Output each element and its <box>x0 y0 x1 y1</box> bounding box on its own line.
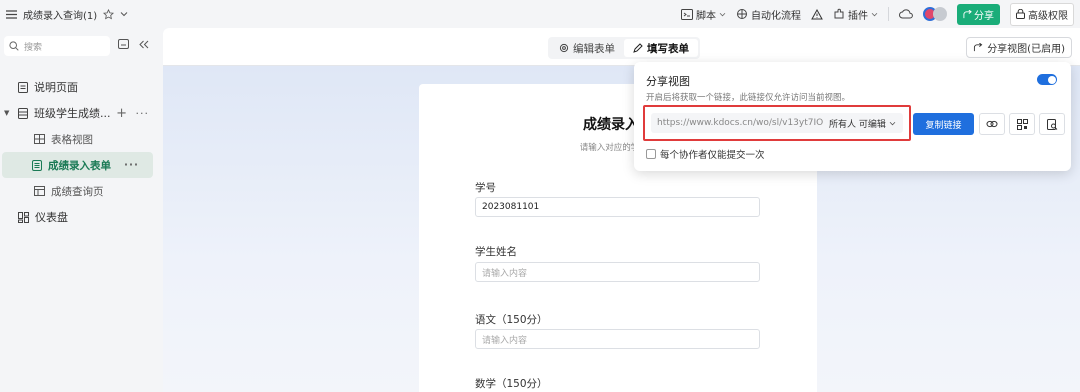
top-bar: 成绩录入查询(1) 脚本 自动化流程 插件 分享 高级权限 <box>0 0 1080 28</box>
script-label: 脚本 <box>696 10 716 22</box>
share-view-button[interactable]: 分享视图(已启用) <box>966 37 1072 58</box>
sidebar-item-class-scores[interactable]: ▼ 班级学生成绩... + ··· <box>0 100 163 126</box>
cloud-sync-icon[interactable] <box>899 9 913 19</box>
more-icon[interactable]: ··· <box>136 107 150 120</box>
caret-down-icon[interactable]: ▼ <box>4 109 9 117</box>
student-name-input[interactable]: 请输入内容 <box>475 262 760 282</box>
field-label-math: 数学（150分） <box>475 378 548 390</box>
pencil-icon <box>633 43 643 53</box>
plugin-label: 插件 <box>848 10 868 22</box>
doc-title[interactable]: 成绩录入查询(1) <box>23 7 97 22</box>
table-icon <box>18 107 28 119</box>
link-highlight-box: https://www.kdocs.cn/wo/sl/v13yt7IO 所有人 … <box>643 105 911 141</box>
view-tabs: 编辑表单 填写表单 <box>548 37 700 59</box>
chevron-down-icon[interactable] <box>120 11 128 17</box>
share-icon <box>963 9 972 19</box>
share-view-toggle[interactable] <box>1037 74 1057 85</box>
tab-edit-form[interactable]: 编辑表单 <box>550 39 624 57</box>
chevron-down-icon <box>889 121 896 126</box>
field-label-chinese: 语文（150分） <box>475 314 548 326</box>
permission-label: 高级权限 <box>1028 10 1068 22</box>
avatar <box>933 7 947 21</box>
automation-label: 自动化流程 <box>751 10 801 22</box>
warning-icon[interactable] <box>811 8 823 20</box>
sidebar-item-label: 仪表盘 <box>35 211 68 224</box>
sidebar: 搜索 说明页面 ▼ 班级学生成绩... + ··· 表格视图 成绩录入表单 ··… <box>0 28 163 392</box>
qrcode-icon <box>1016 118 1028 130</box>
tab-label: 填写表单 <box>647 42 689 55</box>
share-view-popup: 分享视图 开启后将获取一个链接，此链接仅允许访问当前视图。 https://ww… <box>634 62 1071 171</box>
lock-icon <box>1016 9 1025 19</box>
sidebar-nav: 说明页面 ▼ 班级学生成绩... + ··· 表格视图 成绩录入表单 ··· 成… <box>0 74 163 230</box>
automation-menu[interactable]: 自动化流程 <box>736 7 801 22</box>
search-placeholder: 搜索 <box>24 42 43 53</box>
star-icon[interactable] <box>103 8 115 20</box>
form-icon <box>32 159 42 171</box>
panel-icon[interactable] <box>118 39 129 49</box>
script-icon <box>681 8 693 20</box>
chevron-down-icon <box>719 12 726 17</box>
sidebar-item-label: 成绩查询页 <box>51 185 104 198</box>
menu-icon[interactable] <box>6 9 17 19</box>
search-input[interactable]: 搜索 <box>4 36 110 56</box>
sidebar-item-dashboard[interactable]: 仪表盘 <box>0 204 163 230</box>
settings-icon <box>559 43 569 53</box>
submit-once-checkbox[interactable] <box>646 149 656 159</box>
chevron-down-icon <box>871 12 878 17</box>
copy-link-button[interactable]: 复制链接 <box>913 113 974 135</box>
share-button[interactable]: 分享 <box>957 3 1000 25</box>
grid-icon <box>34 134 45 144</box>
preview-button[interactable] <box>1039 113 1065 135</box>
submit-once-label: 每个协作者仅能提交一次 <box>660 150 765 161</box>
link-icon-button[interactable] <box>979 113 1005 135</box>
share-view-label: 分享视图(已启用) <box>987 44 1065 55</box>
view-header: 编辑表单 填写表单 分享视图(已启用) <box>163 28 1080 66</box>
dashboard-icon <box>18 211 29 223</box>
share-icon <box>973 43 983 52</box>
sidebar-item-label: 成绩录入表单 <box>48 159 111 172</box>
sidebar-item-score-query[interactable]: 成绩查询页 <box>0 178 163 204</box>
sidebar-item-label: 班级学生成绩... <box>34 107 111 120</box>
plugin-menu[interactable]: 插件 <box>833 7 878 22</box>
plugin-icon <box>833 8 845 20</box>
preview-icon <box>1046 118 1058 130</box>
share-link-text: https://www.kdocs.cn/wo/sl/v13yt7IO <box>657 118 824 128</box>
chinese-score-input[interactable]: 请输入内容 <box>475 329 760 349</box>
tab-fill-form[interactable]: 填写表单 <box>624 39 698 57</box>
link-permission-select[interactable]: 所有人 可编辑 <box>829 117 896 130</box>
share-label: 分享 <box>974 10 994 22</box>
field-label-student-name: 学生姓名 <box>475 246 517 258</box>
popup-description: 开启后将获取一个链接，此链接仅允许访问当前视图。 <box>646 93 851 103</box>
sidebar-item-grid-view[interactable]: 表格视图 <box>0 126 163 152</box>
field-label-student-id: 学号 <box>475 182 496 194</box>
document-icon <box>18 81 28 93</box>
automation-icon <box>736 8 748 20</box>
more-icon[interactable]: ··· <box>124 159 139 171</box>
search-icon <box>9 41 19 51</box>
divider <box>888 7 889 21</box>
query-page-icon <box>34 186 45 196</box>
tab-label: 编辑表单 <box>573 42 615 55</box>
popup-title: 分享视图 <box>646 75 690 88</box>
collaborator-avatars[interactable] <box>923 7 947 21</box>
student-id-input[interactable]: 2023081101 <box>475 197 760 217</box>
link-icon <box>986 119 998 129</box>
sidebar-item-label: 表格视图 <box>51 133 93 146</box>
sidebar-item-label: 说明页面 <box>34 81 78 94</box>
advanced-permission-button[interactable]: 高级权限 <box>1010 2 1074 26</box>
collapse-sidebar-icon[interactable] <box>139 40 149 49</box>
add-icon[interactable]: + <box>116 106 127 121</box>
sidebar-item-score-form[interactable]: 成绩录入表单 ··· <box>2 152 153 178</box>
script-menu[interactable]: 脚本 <box>681 7 726 22</box>
sidebar-item-description[interactable]: 说明页面 <box>0 74 163 100</box>
qrcode-button[interactable] <box>1009 113 1035 135</box>
submit-once-option[interactable]: 每个协作者仅能提交一次 <box>646 147 765 161</box>
permission-text: 所有人 可编辑 <box>829 120 886 130</box>
